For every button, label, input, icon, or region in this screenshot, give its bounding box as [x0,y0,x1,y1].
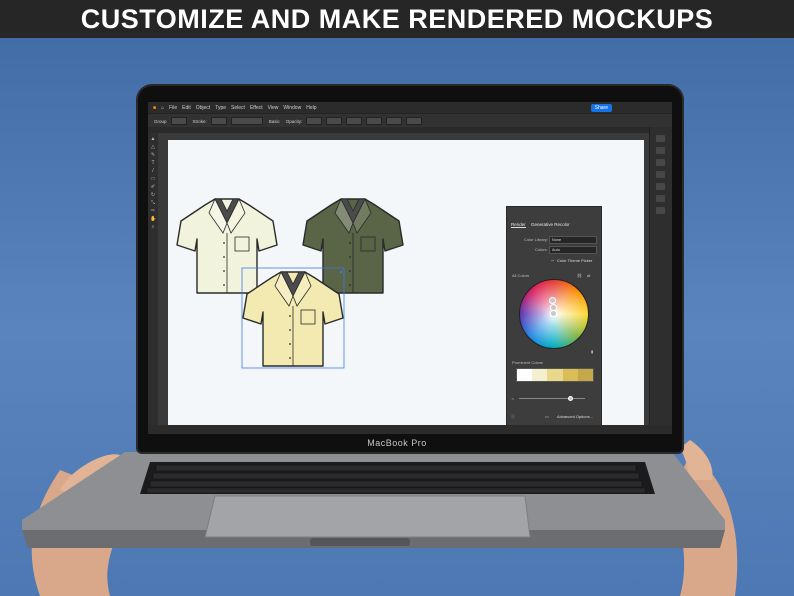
shirt-olive[interactable] [302,198,404,294]
colors-dropdown[interactable]: Auto [549,246,597,254]
menu-view[interactable]: View [268,105,279,111]
color-library-label: Color Library: [524,237,549,242]
eyedropper-icon[interactable]: ✑ [551,258,554,263]
recolor-panel: Render Generative Recolor Color Library:… [506,206,602,426]
app-menubar: ■ ⌂ File Edit Object Type Select Effect … [148,102,672,113]
app-logo-icon[interactable]: ■ [153,105,156,111]
zoom-tool-icon[interactable]: ⌕ [150,225,156,230]
brushes-icon[interactable] [656,183,665,190]
swatch-2[interactable] [532,369,548,381]
pen-tool-icon[interactable]: ✎ [150,153,156,158]
advanced-options-button[interactable]: Advanced Options... [557,414,593,419]
color-library-dropdown[interactable]: None [549,236,597,244]
swatch-3[interactable] [547,369,563,381]
status-bar [148,425,672,434]
menu-edit[interactable]: Edit [182,105,191,111]
control-group-label: Group [154,118,167,124]
menu-select[interactable]: Select [231,105,245,111]
shirt-cream[interactable] [176,198,278,294]
wheel-handle-3[interactable] [550,310,557,317]
link-harmony-icon[interactable]: ⛓ [577,273,582,278]
type-tool-icon[interactable]: T [150,161,156,166]
menu-effect[interactable]: Effect [250,105,263,111]
tools-panel: ▲ △ ✎ T / □ ✐ ↻ ⤡ ✑ ✋ ⌕ [148,133,158,425]
layers-icon[interactable] [656,147,665,154]
info-icon[interactable]: ⓘ [511,414,515,420]
brightness-slider[interactable] [519,398,585,399]
menu-file[interactable]: File [169,105,177,111]
shirt-yellow[interactable] [242,271,344,367]
swatch-5[interactable] [577,369,594,381]
transform-x-field[interactable] [346,117,363,125]
transform-y-field[interactable] [366,117,383,125]
fill-swatch[interactable] [170,117,187,125]
brightness-icon: ☼ [511,396,515,401]
brightness-slider-handle[interactable] [568,396,573,401]
prominent-colors-label: Prominent Colors [512,360,543,365]
delete-icon[interactable]: ▮ [591,349,593,354]
menu-object[interactable]: Object [196,105,210,111]
direct-selection-tool-icon[interactable]: △ [150,145,156,150]
selection-tool-icon[interactable]: ▲ [150,137,156,142]
transform-w-field[interactable] [386,117,403,125]
prominent-colors-bar[interactable] [516,368,594,382]
tab-generative-recolor[interactable]: Generative Recolor [531,222,570,227]
eyedropper-tool-icon[interactable]: ✑ [150,209,156,214]
laptop-brand-label: MacBook Pro [367,438,427,448]
swatch-1[interactable] [517,369,533,381]
home-icon[interactable]: ⌂ [161,105,164,111]
transform-h-field[interactable] [406,117,423,125]
swatches-icon[interactable] [656,171,665,178]
tab-render[interactable]: Render [511,222,526,228]
swatch-4[interactable] [562,369,578,381]
artboard-canvas[interactable]: Render Generative Recolor Color Library:… [168,140,644,430]
share-button[interactable]: Share [590,103,612,112]
control-basic-label: Basic [268,118,280,124]
right-panel-dock [649,127,672,427]
menu-help[interactable]: Help [306,105,316,111]
app-screen: ■ ⌂ File Edit Object Type Select Effect … [148,102,672,434]
scale-tool-icon[interactable]: ⤡ [150,201,156,206]
save-swatches-icon[interactable]: ▭ [545,414,549,419]
align-icon[interactable] [656,207,665,214]
control-bar: Group Stroke: Basic Opacity: [148,113,672,128]
control-stroke-label: Stroke: [192,118,207,124]
properties-icon[interactable] [656,135,665,142]
all-colors-label: All Colors [512,273,530,278]
rotate-tool-icon[interactable]: ↻ [150,193,156,198]
colors-label: Colors: [535,247,548,252]
libraries-icon[interactable] [656,159,665,166]
swap-icon[interactable]: ⇄ [587,273,590,278]
style-field[interactable] [326,117,343,125]
control-opacity-label: Opacity: [285,118,303,124]
menu-type[interactable]: Type [215,105,226,111]
color-theme-picker-button[interactable]: Color Theme Picker [557,258,592,263]
opacity-field[interactable] [306,117,323,125]
rectangle-tool-icon[interactable]: □ [150,177,156,182]
wheel-handle-1[interactable] [549,297,556,304]
stroke-profile[interactable] [230,117,263,125]
document-tab-bar [148,127,672,133]
brush-tool-icon[interactable]: ✐ [150,185,156,190]
line-tool-icon[interactable]: / [150,169,156,174]
menu-window[interactable]: Window [283,105,301,111]
hand-tool-icon[interactable]: ✋ [150,217,156,222]
symbols-icon[interactable] [656,195,665,202]
selection-center-point [339,270,343,274]
stroke-field[interactable] [210,117,227,125]
